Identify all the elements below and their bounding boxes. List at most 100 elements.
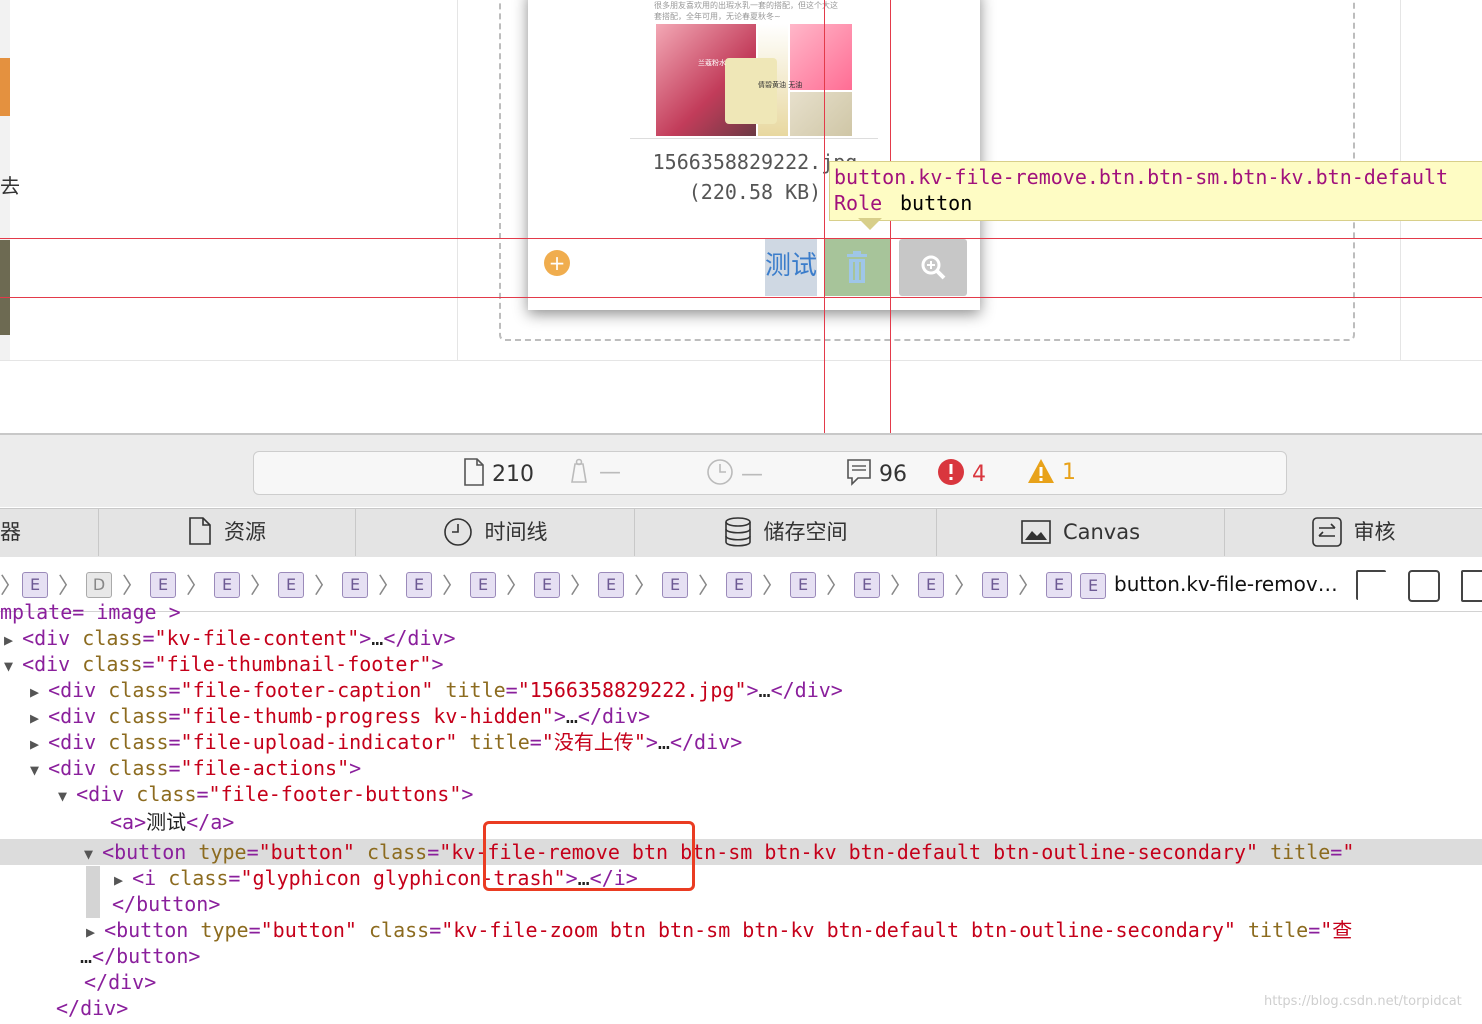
dom-node[interactable]: ▶ <div class="file-thumb-progress kv-hid… — [30, 703, 650, 729]
breadcrumb-element-node[interactable]: E — [982, 572, 1008, 598]
tab-label: 器 — [0, 520, 21, 544]
breadcrumb-element-node[interactable]: E — [342, 572, 368, 598]
breadcrumb-element-node[interactable]: E — [22, 572, 48, 598]
dom-node[interactable]: </div> — [56, 995, 128, 1021]
dom-node-text: <a>测试</a> — [110, 810, 235, 834]
inspector-guide-line — [0, 297, 1482, 298]
dom-node-selected[interactable]: ▼ <button type="button" class="kv-file-r… — [0, 839, 1482, 865]
dom-node[interactable]: ▶ <div class="kv-file-content">…</div> — [4, 625, 456, 651]
tab-label: 审核 — [1353, 520, 1396, 544]
dashboard-summary[interactable] — [253, 451, 1287, 495]
remove-file-button[interactable] — [825, 239, 890, 296]
breadcrumb-element-node[interactable]: E — [470, 572, 496, 598]
breadcrumb-separator: 〉 — [250, 574, 273, 599]
left-page-strip: 去 — [0, 0, 20, 360]
dom-node[interactable]: mplate= image > — [0, 600, 181, 625]
tooltip-arrow — [858, 218, 882, 230]
screenshot-icon[interactable] — [1461, 570, 1482, 602]
breadcrumb-separator: 〉 — [954, 574, 977, 599]
error-icon — [938, 459, 964, 485]
dom-node-text: <div class="file-upload-indicator" title… — [48, 730, 743, 754]
dom-node[interactable]: </button> — [112, 891, 220, 917]
errors-count[interactable]: 4 — [937, 458, 986, 487]
tab-timeline[interactable]: 时间线 — [356, 508, 635, 556]
errors-count-value: 4 — [972, 462, 986, 487]
resource-size[interactable]: — — [566, 458, 621, 485]
clock-icon — [443, 518, 472, 546]
dom-node[interactable]: ▶ <button type="button" class="kv-file-z… — [86, 917, 1352, 943]
tab-label: 资源 — [224, 520, 266, 544]
breadcrumb-element-node[interactable]: E — [214, 572, 240, 598]
document-icon — [189, 517, 211, 545]
tooltip-selector: button.kv-file-remove.btn.btn-sm.btn-kv.… — [834, 165, 1449, 189]
breadcrumb-separator: 〉 — [698, 574, 721, 599]
warning-icon — [1028, 459, 1054, 483]
breadcrumb-element-node[interactable]: E — [406, 572, 432, 598]
breadcrumb-element-node[interactable]: E — [726, 572, 752, 598]
resources-count[interactable]: 210 — [463, 458, 534, 487]
breadcrumb-element-node[interactable]: E — [854, 572, 880, 598]
zoom-file-button[interactable] — [899, 239, 967, 296]
tab-audit[interactable]: 审核 — [1225, 508, 1482, 556]
grid-divider — [0, 360, 1482, 361]
breadcrumb-separator: 〉 — [634, 574, 657, 599]
dom-node[interactable]: ▶ <div class="file-upload-indicator" tit… — [30, 729, 742, 755]
logs-count[interactable]: 96 — [846, 458, 907, 487]
zoom-in-icon — [921, 255, 946, 280]
photo-tag: 倩碧黄油 无油 — [758, 81, 803, 89]
print-icon[interactable] — [1408, 570, 1440, 602]
dom-node[interactable]: </div> — [84, 969, 156, 995]
dom-node-text: <div class="file-actions"> — [48, 756, 362, 780]
photo-tag: 兰蔻粉水 — [698, 59, 726, 67]
audit-icon — [1311, 517, 1342, 547]
grid-divider — [457, 0, 458, 360]
dom-node-text: <div class="file-thumb-progress kv-hidde… — [48, 704, 651, 728]
dom-node[interactable]: ▼ <div class="file-footer-buttons"> — [58, 781, 473, 807]
dom-node[interactable]: <a>测试</a> — [110, 809, 234, 835]
inspector-tooltip: button.kv-file-remove.btn.btn-sm.btn-kv.… — [829, 161, 1482, 221]
dom-node[interactable]: ▼ <div class="file-thumbnail-footer"> — [4, 651, 444, 677]
layout-icon[interactable] — [1356, 570, 1386, 600]
breadcrumb-element-node[interactable]: E — [662, 572, 688, 598]
breadcrumb-current[interactable]: Ebutton.kv-file-remov… — [1080, 572, 1338, 599]
selection-gutter — [86, 866, 100, 918]
inspector-guide-line — [0, 238, 1482, 239]
breadcrumb-element-node[interactable]: E — [534, 572, 560, 598]
tab-canvas[interactable]: Canvas — [937, 508, 1225, 556]
test-link[interactable]: 测试 — [765, 239, 817, 296]
warnings-count-value: 1 — [1062, 460, 1076, 485]
breadcrumb-document-node[interactable]: D — [86, 572, 112, 598]
tab-resources[interactable]: 资源 — [99, 508, 356, 556]
dom-node-text: </button> — [112, 892, 221, 916]
dom-node[interactable]: …</button> — [80, 943, 200, 969]
breadcrumb-separator: 〉 — [762, 574, 785, 599]
tab-storage[interactable]: 储存空间 — [635, 508, 937, 556]
dom-node-text: <button type="button" class="kv-file-zoo… — [104, 918, 1353, 942]
load-time[interactable]: — — [706, 458, 763, 487]
breadcrumb-separator: 〉 — [826, 574, 849, 599]
breadcrumb-separator: 〉 — [506, 574, 529, 599]
dom-node-text: …</button> — [80, 944, 201, 968]
tab-elements[interactable]: 器 — [0, 508, 99, 556]
left-strip-char: 去 — [0, 174, 20, 198]
breadcrumb-separator: 〉 — [570, 574, 593, 599]
breadcrumb-element-node[interactable]: E — [918, 572, 944, 598]
dom-node[interactable]: ▼ <div class="file-actions"> — [30, 755, 361, 781]
tooltip-role-label: Role — [834, 191, 883, 215]
breadcrumb-separator: 〉 — [186, 574, 209, 599]
file-thumbnail-image[interactable]: 很多朋友喜欢用的出瑕水乳一套的搭配，但这个大这 套搭配，全年可用，无论春夏秋冬~… — [630, 0, 878, 139]
dom-node-text: <div class="file-footer-buttons"> — [76, 782, 474, 806]
breadcrumb-element-node[interactable]: E — [598, 572, 624, 598]
breadcrumb-element-node[interactable]: E — [1046, 572, 1072, 598]
breadcrumb-element-node[interactable]: E — [150, 572, 176, 598]
weight-icon — [571, 458, 587, 483]
dom-node-text: <div class="kv-file-content">…</div> — [22, 626, 456, 650]
warnings-count[interactable]: 1 — [1027, 458, 1076, 485]
dom-node-text: </div> — [84, 970, 157, 994]
dom-node[interactable]: ▶ <div class="file-footer-caption" title… — [30, 677, 843, 703]
dom-tree: mplate= image > ▶ <div class="kv-file-co… — [0, 600, 1482, 1022]
clock-icon — [707, 459, 733, 485]
element-node-icon: E — [1080, 573, 1106, 599]
breadcrumb-element-node[interactable]: E — [790, 572, 816, 598]
breadcrumb-element-node[interactable]: E — [278, 572, 304, 598]
